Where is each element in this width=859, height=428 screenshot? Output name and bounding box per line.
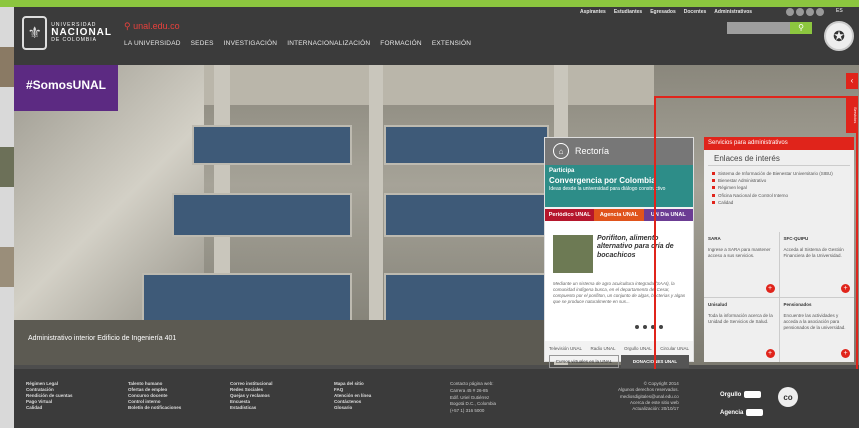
orgullo-unal-logo[interactable]: Orgullo UNAL [720,391,762,398]
site-footer: Régimen Legal Contratación Rendición de … [14,369,859,428]
thumbnail [0,47,14,87]
nav-la-universidad[interactable]: LA UNIVERSIDAD [124,40,181,47]
footer-link[interactable]: Estadísticas [230,405,273,411]
chevron-left-icon[interactable]: ‹ [846,73,858,89]
unal-badge: UNAL [744,391,762,398]
profile-administrativos[interactable]: Administrativos [714,9,752,15]
twitter-icon[interactable] [796,8,804,16]
footer-link[interactable]: Boletín de notificaciones [128,405,181,411]
news-image [553,235,593,273]
services-side-tab[interactable]: Servicios [846,97,858,133]
highlight-annotation-box [654,96,858,374]
footer-link[interactable]: Calidad [26,405,73,411]
search-icon: ⚲ [798,23,804,32]
footer-link[interactable]: Glosario [334,405,371,411]
building-icon: ⌂ [553,143,569,159]
contact-line: Edif. Uriel Gutiérrez [450,394,490,400]
facebook-icon[interactable] [786,8,794,16]
cursos-button[interactable]: Cursos virtuales en la UNAL [549,355,619,368]
footer-col-3: Correo institucional Redes Sociales Quej… [230,381,273,411]
orgullo-label: Orgullo [720,391,742,398]
profile-nav: Aspirantes Estudiantes Egresados Docente… [580,9,752,15]
rectoria-title: Rectoría [575,146,610,156]
unal-page: ⚜ UNIVERSIDAD NACIONAL DE COLOMBIA ⚲ una… [14,7,859,428]
top-accent-bar [0,0,859,7]
nav-sedes[interactable]: SEDES [191,40,214,47]
site-url[interactable]: ⚲ unal.edu.co [124,21,180,32]
footer-col-2: Talento humano Ofertas de empleo Concurs… [128,381,181,411]
university-seal-icon: ⚜ [22,16,48,50]
copy-updated: Actualización: 20/10/17 [632,406,679,412]
instagram-icon[interactable] [816,8,824,16]
contact-line: Contacto página web: [450,381,494,386]
nav-extension[interactable]: EXTENSIÓN [432,40,471,47]
nav-formacion[interactable]: FORMACIÓN [380,40,422,47]
footer-col-4: Mapa del sitio FAQ Atención en línea Con… [334,381,371,411]
hero-caption: Administrativo interior Edificio de Inge… [28,335,177,342]
tab-agencia[interactable]: Agencia UNAL [594,209,644,221]
nav-investigacion[interactable]: INVESTIGACIÓN [224,40,278,47]
site-url-text: unal.edu.co [133,21,180,31]
search-button[interactable]: ⚲ [790,22,812,34]
language-selector[interactable]: ES [836,8,843,14]
somos-unal-banner[interactable]: #SomosUNAL [14,65,118,111]
footer-col-1: Régimen Legal Contratación Rendición de … [26,381,73,411]
site-header: ⚜ UNIVERSIDAD NACIONAL DE COLOMBIA ⚲ una… [14,7,859,65]
logo-radio[interactable]: Radio UNAL [590,346,615,351]
colombia-brand-logo[interactable]: co [778,387,798,407]
tab-periodico[interactable]: Periódico UNAL [545,209,595,221]
social-icons [786,8,824,16]
agencia-unal-logo[interactable]: Agencia UNAL [720,409,764,416]
footer-copyright: © Copyright 2014 Algunos derechos reserv… [618,381,679,412]
logo-orgullo[interactable]: Orgullo UNAL [624,346,652,351]
unal-logo[interactable]: ⚜ UNIVERSIDAD NACIONAL DE COLOMBIA [22,13,112,53]
thumbnail [0,147,14,187]
profile-estudiantes[interactable]: Estudiantes [614,9,642,15]
footer-contact: Contacto página web: Carrera 45 # 26-85 … [450,381,496,415]
left-browser-strip [0,7,14,428]
main-nav: LA UNIVERSIDAD SEDES INVESTIGACIÓN INTER… [124,40,471,47]
youtube-icon[interactable] [806,8,814,16]
colombia-seal-icon: ✪ [824,21,854,51]
profile-aspirantes[interactable]: Aspirantes [580,9,606,15]
contact-line: Carrera 45 # 26-85 [450,387,489,393]
profile-docentes[interactable]: Docentes [684,9,707,15]
contact-line: (+57 1) 316 5000 [450,408,485,413]
unal-badge: UNAL [746,409,764,416]
profile-egresados[interactable]: Egresados [650,9,676,15]
thumbnail [0,247,14,287]
contact-line: Bogotá D.C., Colombia [450,401,497,407]
logo-television[interactable]: Televisión UNAL [549,346,582,351]
agencia-label: Agencia [720,409,744,416]
logo-line3: DE COLOMBIA [51,37,97,43]
nav-internacionalizacion[interactable]: INTERNACIONALIZACIÓN [287,40,370,47]
